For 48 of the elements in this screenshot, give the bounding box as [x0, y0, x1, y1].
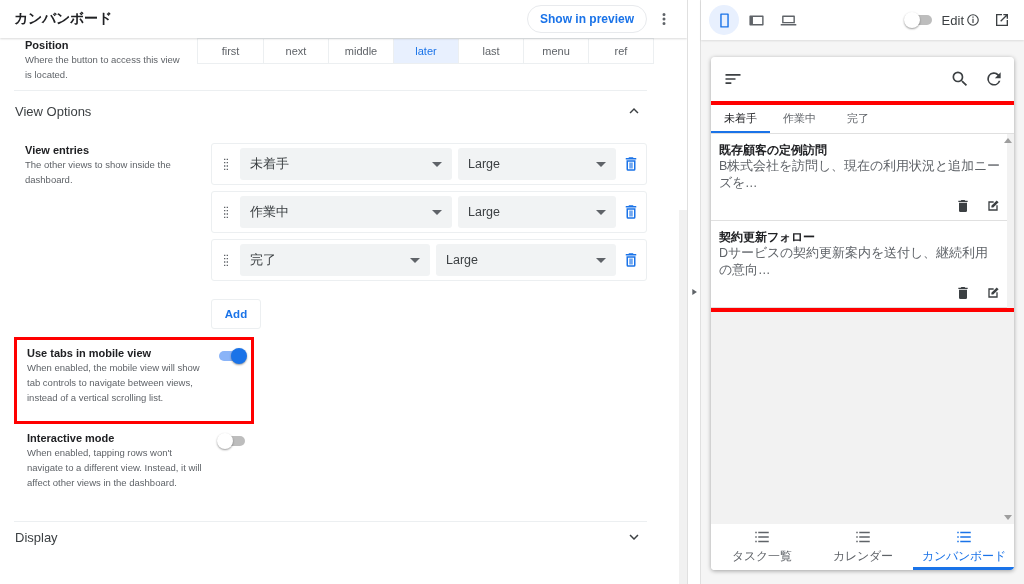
caret-icon: [432, 161, 442, 167]
setting-description: When enabled, tapping rows won't navigate to a different view. Instead, it will affect other views in the dashboard.: [27, 446, 203, 490]
size-dropdown[interactable]: Large: [458, 148, 616, 180]
caret-icon: [596, 161, 606, 167]
task-card[interactable]: 契約更新フォロー Dサービスの契約更新案内を送付し、継続利用の意向…: [711, 221, 1007, 308]
view-dropdown[interactable]: 作業中: [240, 196, 452, 228]
caret-icon: [596, 257, 606, 263]
view-dropdown[interactable]: 完了: [240, 244, 430, 276]
setting-description: Where the button to access this view is located.: [25, 53, 181, 82]
refresh-icon[interactable]: [984, 69, 1004, 89]
task-card[interactable]: 既存顧客の定例訪問 B株式会社を訪問し、現在の利用状況と追加ニーズを…: [711, 134, 1007, 221]
scrollbar[interactable]: [679, 210, 687, 584]
edit-icon[interactable]: [985, 198, 1001, 214]
size-dropdown[interactable]: Large: [458, 196, 616, 228]
setting-description: The other views to show inside the dashboard.: [25, 158, 172, 187]
search-icon[interactable]: [950, 69, 970, 89]
setting-description: When enabled, the mobile view will show tab controls to navigate between views, instead of a vertical scrolling list.: [27, 361, 201, 405]
phone-view-button[interactable]: [709, 5, 739, 35]
delete-icon[interactable]: [955, 198, 971, 214]
info-icon[interactable]: [966, 13, 980, 27]
edit-label: Edit: [941, 12, 964, 28]
view-dropdown[interactable]: 未着手: [240, 148, 452, 180]
task-description: Dサービスの契約更新案内を送付し、継続利用の意向…: [719, 245, 990, 279]
section-title: View Options: [15, 103, 92, 119]
toggle-switch[interactable]: [217, 431, 247, 451]
toggle-switch[interactable]: [903, 10, 934, 30]
caret-icon: [596, 209, 606, 215]
open-in-new-icon[interactable]: [994, 12, 1010, 28]
page-title: カンバンボード: [14, 10, 113, 28]
caret-icon: [432, 209, 442, 215]
setting-label: View entries: [25, 143, 90, 157]
section-title: Display: [15, 529, 58, 545]
size-dropdown[interactable]: Large: [436, 244, 616, 276]
task-title: 契約更新フォロー: [719, 229, 816, 245]
scroll-up-icon[interactable]: [1004, 138, 1012, 143]
task-title: 既存顧客の定例訪問: [719, 142, 828, 158]
position-option[interactable]: later: [393, 39, 458, 63]
setting-label: Position: [25, 38, 70, 52]
show-in-preview-button[interactable]: Show in preview: [526, 5, 647, 33]
toggle-switch[interactable]: [217, 346, 247, 366]
edit-icon[interactable]: [985, 285, 1001, 301]
caret-icon: [410, 257, 420, 263]
expand-handle-icon[interactable]: [689, 287, 699, 297]
setting-label: Interactive mode: [27, 431, 116, 445]
delete-icon[interactable]: [955, 285, 971, 301]
setting-label: Use tabs in mobile view: [27, 346, 153, 360]
task-description: B株式会社を訪問し、現在の利用状況と追加ニーズを…: [719, 158, 1001, 192]
add-button[interactable]: Add: [211, 299, 261, 329]
